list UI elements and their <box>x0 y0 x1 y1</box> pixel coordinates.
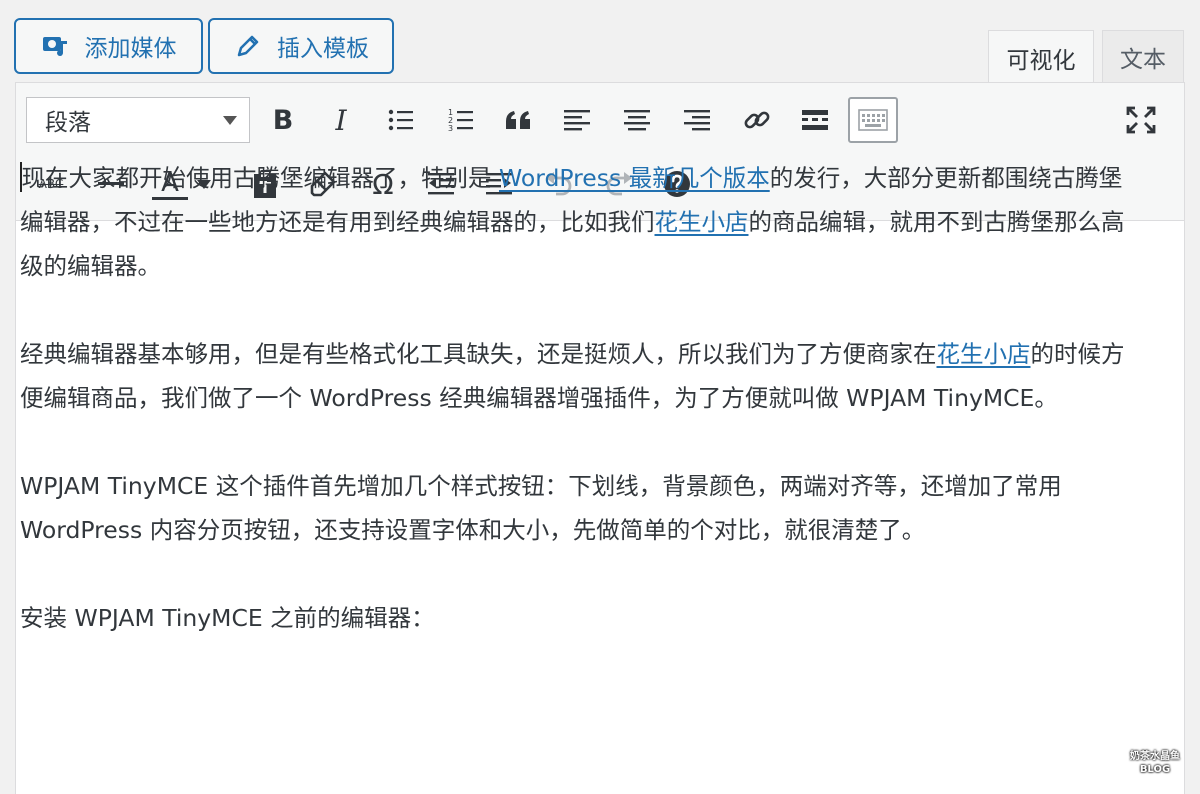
format-select-value: 段落 <box>45 110 91 136</box>
bold-button[interactable]: B <box>258 97 308 143</box>
peanut-store-link[interactable]: 花生小店 <box>937 340 1031 368</box>
blockquote-button[interactable] <box>494 97 544 143</box>
insert-template-button[interactable]: 插入模板 <box>208 18 394 74</box>
bullet-list-icon <box>388 109 413 131</box>
numbered-list-button[interactable]: 123 <box>436 97 486 143</box>
text: 经典编辑器基本够用，但是有些格式化工具缺失，还是挺烦人，所以我们为了方便商家在 <box>20 340 937 368</box>
align-center-icon <box>624 110 650 131</box>
link-button[interactable] <box>732 97 782 143</box>
bullet-list-button[interactable] <box>376 97 426 143</box>
add-media-icon <box>41 31 71 61</box>
insert-template-label: 插入模板 <box>277 36 369 62</box>
watermark-line1: 奶茶水晶鱼 <box>1130 751 1180 762</box>
add-media-button[interactable]: 添加媒体 <box>14 18 203 74</box>
link-icon <box>744 111 770 129</box>
numbered-list-icon: 123 <box>448 108 473 133</box>
peanut-store-link[interactable]: 花生小店 <box>655 208 749 236</box>
blockquote-icon <box>506 111 530 129</box>
align-center-button[interactable] <box>612 97 662 143</box>
text: 现在大家都开始使用古腾堡编辑器了，特别是 <box>21 164 499 192</box>
pencil-icon <box>233 31 263 61</box>
italic-button[interactable]: I <box>316 97 366 143</box>
read-more-button[interactable] <box>790 97 840 143</box>
fullscreen-icon <box>1126 106 1156 134</box>
align-left-button[interactable] <box>552 97 602 143</box>
svg-text:3: 3 <box>448 124 453 133</box>
italic-icon: I <box>335 103 347 137</box>
add-media-label: 添加媒体 <box>84 36 177 62</box>
toolbar-toggle-button[interactable] <box>848 97 898 143</box>
align-left-icon <box>564 110 590 131</box>
align-right-icon <box>684 110 710 131</box>
align-right-button[interactable] <box>672 97 722 143</box>
bold-icon: B <box>272 104 294 136</box>
read-more-icon <box>802 110 828 130</box>
editor-content[interactable]: 现在大家都开始使用古腾堡编辑器了，特别是 WordPress 最新几个版本的发行… <box>20 156 1140 684</box>
wordpress-versions-link[interactable]: WordPress 最新几个版本 <box>499 164 770 192</box>
fullscreen-button[interactable] <box>1116 97 1166 143</box>
paragraph-1: 现在大家都开始使用古腾堡编辑器了，特别是 WordPress 最新几个版本的发行… <box>20 156 1140 288</box>
format-select[interactable]: 段落 <box>26 97 250 143</box>
tab-visual[interactable]: 可视化 <box>988 30 1094 84</box>
paragraph-4: 安装 WPJAM TinyMCE 之前的编辑器： <box>20 604 435 632</box>
toolbar-toggle-icon <box>858 109 888 131</box>
paragraph-3: WPJAM TinyMCE 这个插件首先增加几个样式按钮：下划线，背景颜色，两端… <box>20 472 1062 544</box>
watermark-line2: BLOG <box>1139 764 1171 775</box>
watermark-logo: 奶茶水晶鱼 BLOG <box>1122 750 1188 784</box>
paragraph-2: 经典编辑器基本够用，但是有些格式化工具缺失，还是挺烦人，所以我们为了方便商家在花… <box>20 332 1140 420</box>
chevron-down-icon <box>223 116 237 125</box>
tab-text[interactable]: 文本 <box>1102 30 1184 82</box>
